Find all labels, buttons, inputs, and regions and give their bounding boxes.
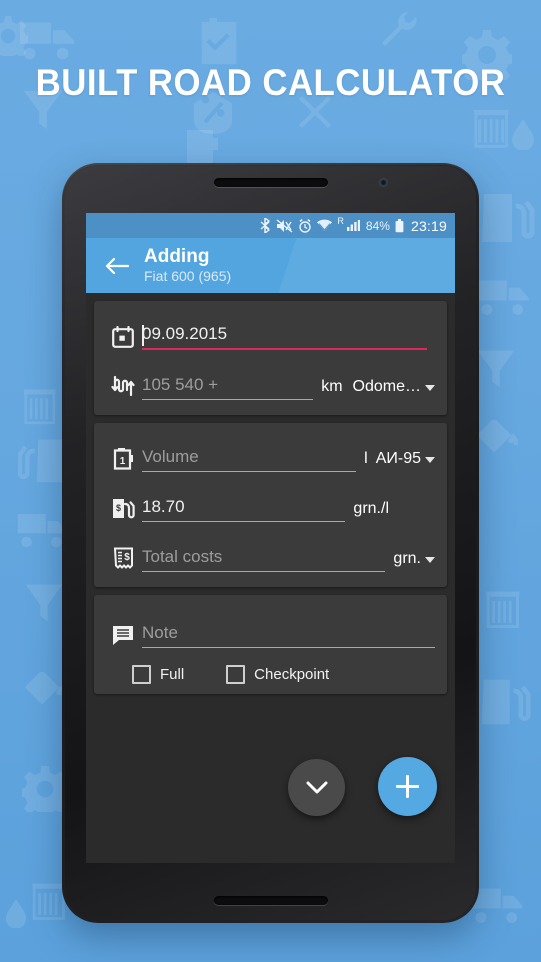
paint-bucket-icon — [24, 671, 67, 705]
jerrycan-icon: 1 — [104, 447, 142, 477]
odometer-type-spinner[interactable]: Odome… — [353, 378, 435, 405]
volume-underline — [142, 471, 357, 472]
radiator-icon — [24, 389, 56, 425]
chevron-down-icon — [425, 457, 435, 463]
phone-screen: R 84% 23:19 Adding Fiat 600 (965) 09.09.… — [86, 213, 455, 863]
truck-icon — [19, 22, 75, 60]
date-value: 09.09.2015 — [142, 324, 228, 343]
back-button[interactable] — [100, 249, 134, 283]
checkbox-checkpoint[interactable]: Checkpoint — [226, 665, 329, 684]
wrench-icon — [382, 12, 417, 46]
fuel-type-spinner[interactable]: АИ-95 — [376, 450, 435, 477]
odometer-placeholder: 105 540 + — [142, 375, 219, 394]
calendar-icon — [104, 326, 142, 355]
checkbox-box-icon — [226, 665, 246, 684]
price-input[interactable]: 18.70 — [142, 497, 346, 527]
radiator-icon — [486, 591, 520, 628]
odometer-unit: km — [321, 378, 343, 395]
price-unit: grn./l — [353, 500, 389, 517]
battery-percent: 84% — [365, 218, 390, 233]
promo-title: BUILT ROAD CALCULATOR — [35, 62, 506, 103]
volume-unit: l — [364, 450, 368, 467]
note-placeholder: Note — [142, 623, 178, 642]
receipt-icon: $ — [104, 547, 142, 577]
truck-icon — [477, 280, 529, 315]
total-cost-input[interactable]: Total costs — [142, 547, 386, 577]
funnel-icon — [25, 584, 63, 622]
earpiece-speaker — [213, 178, 328, 187]
oil-drop-icon — [5, 899, 27, 928]
front-camera-icon — [380, 179, 387, 186]
odometer-row: 105 540 + km Odome… — [104, 357, 435, 407]
date-odometer-card: 09.09.2015 105 540 + km Odome… — [94, 301, 447, 415]
collapse-fab[interactable] — [288, 759, 345, 816]
plus-icon — [396, 775, 419, 798]
currency-spinner[interactable]: grn. — [393, 550, 435, 577]
arrow-back-icon — [105, 257, 129, 274]
currency-value: grn. — [393, 550, 421, 567]
total-cost-row: $ Total costs grn. — [104, 529, 435, 579]
odometer-type-value: Odome… — [352, 378, 421, 395]
funnel-icon — [477, 350, 515, 388]
svg-text:$: $ — [115, 503, 120, 513]
paint-bucket-icon — [476, 419, 519, 453]
gear-icon — [0, 16, 28, 56]
note-underline — [142, 647, 435, 648]
fuel-pump-icon — [481, 679, 531, 725]
clock: 23:19 — [410, 217, 447, 234]
odometer-icon — [104, 374, 142, 405]
note-row: Note — [104, 601, 435, 655]
volume-input[interactable]: Volume — [142, 447, 357, 477]
cellular-signal-icon — [346, 220, 360, 231]
text-caret — [142, 325, 144, 346]
form-body: 09.09.2015 105 540 + km Odome… 1 Volume … — [86, 293, 455, 863]
fuel-type-value: АИ-95 — [375, 450, 421, 467]
note-card: Note Full Checkpoint — [94, 595, 447, 694]
oil-drop-icon — [512, 119, 534, 150]
price-underline — [142, 521, 346, 522]
date-underline — [142, 348, 427, 350]
page-title: Adding — [144, 245, 210, 267]
note-input[interactable]: Note — [142, 623, 435, 653]
roaming-indicator: R — [337, 216, 344, 226]
svg-text:1: 1 — [119, 456, 125, 467]
chevron-down-icon — [425, 385, 435, 391]
fuel-card: 1 Volume l АИ-95 $ 18.70 grn./l $ Total … — [94, 423, 447, 587]
bluetooth-icon — [260, 218, 271, 233]
total-cost-placeholder: Total costs — [142, 547, 223, 566]
radiator-icon — [473, 109, 509, 148]
checkbox-full-label: Full — [160, 666, 185, 683]
note-icon — [104, 625, 142, 653]
price-row: $ 18.70 grn./l — [104, 479, 435, 529]
price-value: 18.70 — [142, 497, 185, 516]
checkbox-checkpoint-label: Checkpoint — [254, 666, 330, 683]
checkbox-box-icon — [132, 665, 151, 684]
page-subtitle: Fiat 600 (965) — [144, 268, 232, 285]
battery-icon — [395, 218, 404, 232]
checkbox-full[interactable]: Full — [132, 665, 184, 684]
fuel-pump-icon: $ — [104, 497, 142, 527]
bottom-speaker — [213, 896, 328, 905]
date-input[interactable]: 09.09.2015 — [142, 324, 427, 355]
wifi-icon — [317, 219, 333, 231]
app-bar: Adding Fiat 600 (965) — [86, 238, 455, 293]
status-bar: R 84% 23:19 — [86, 213, 455, 238]
checkbox-row: Full Checkpoint — [104, 655, 435, 690]
odometer-input[interactable]: 105 540 + — [142, 375, 314, 405]
volume-placeholder: Volume — [142, 447, 199, 466]
phone-mockup: R 84% 23:19 Adding Fiat 600 (965) 09.09.… — [62, 163, 479, 923]
chevron-down-icon — [425, 557, 435, 563]
svg-text:$: $ — [124, 552, 130, 563]
alarm-clock-icon — [299, 218, 312, 233]
date-row: 09.09.2015 — [104, 307, 435, 357]
chevron-down-icon — [306, 781, 327, 793]
fuel-pump-icon — [482, 194, 535, 242]
volume-row: 1 Volume l АИ-95 — [104, 429, 435, 479]
odometer-underline — [142, 399, 314, 400]
add-fab[interactable] — [378, 757, 437, 816]
volume-mute-icon — [276, 218, 293, 233]
app-bar-titles: Adding Fiat 600 (965) — [144, 245, 232, 285]
total-cost-underline — [142, 571, 386, 572]
